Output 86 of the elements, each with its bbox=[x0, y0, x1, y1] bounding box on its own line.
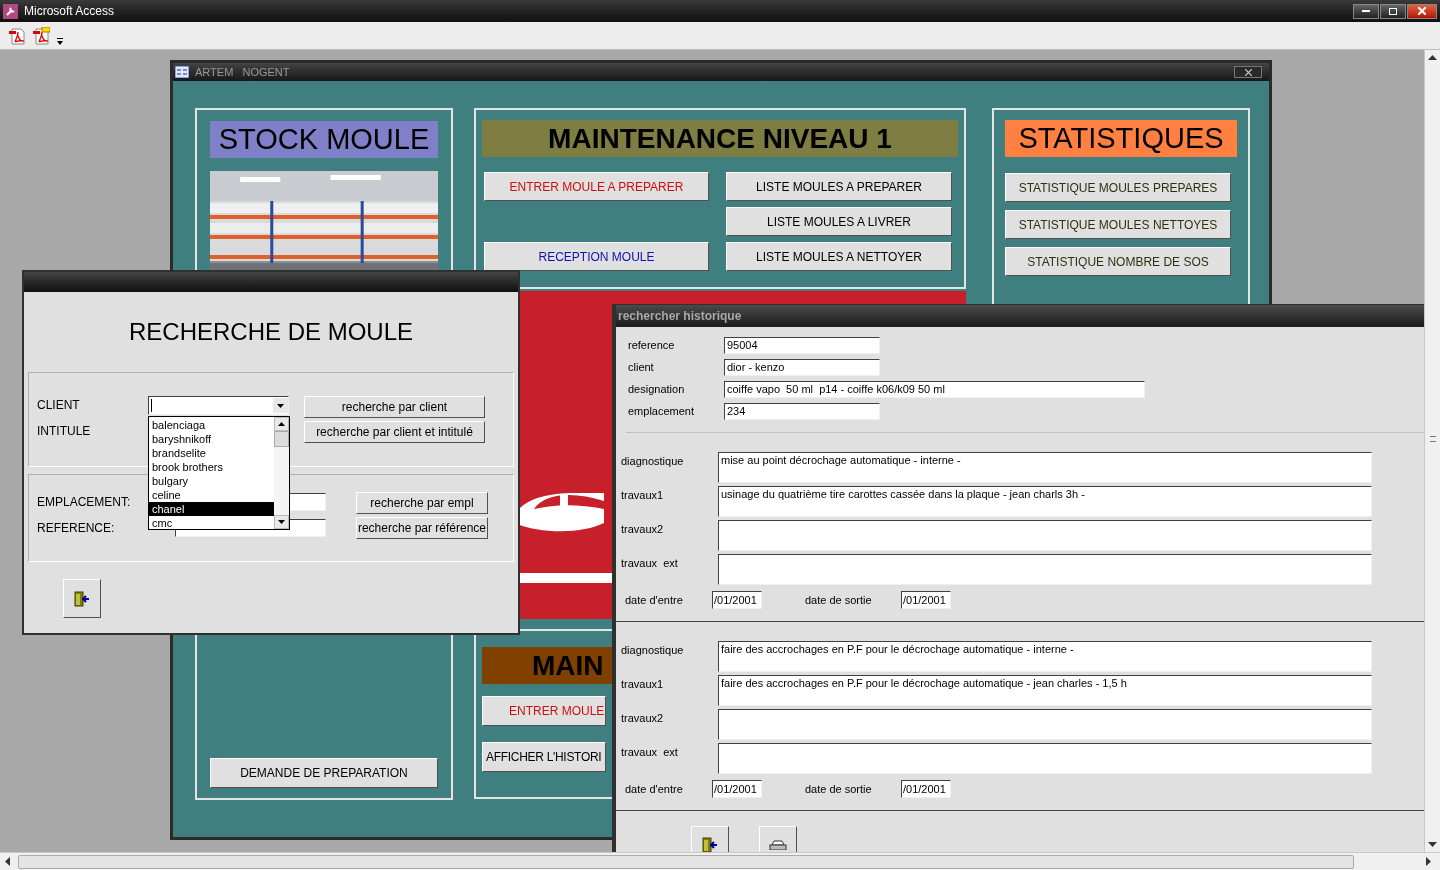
intitule-label: INTITULE bbox=[37, 423, 92, 440]
vertical-scrollbar[interactable] bbox=[1424, 50, 1440, 852]
pdf-icon[interactable] bbox=[8, 26, 26, 45]
toolbar-overflow-icon[interactable] bbox=[56, 37, 64, 46]
dropdown-option[interactable]: bulgary bbox=[149, 474, 274, 488]
reference-label: REFERENCE: bbox=[37, 520, 115, 537]
text-field[interactable]: dior - kenzo bbox=[724, 358, 880, 376]
date-label: date de sortie bbox=[805, 781, 873, 797]
scroll-thumb[interactable] bbox=[274, 431, 289, 447]
text-field[interactable]: coiffe vapo 50 ml p14 - coiffe k06/k09 50 ml bbox=[724, 380, 1145, 398]
form-button[interactable]: ENTRER MOULE A PREPARER bbox=[484, 172, 709, 201]
client-label: CLIENT bbox=[37, 397, 81, 414]
dropdown-option[interactable]: cmc bbox=[149, 516, 274, 530]
date-field[interactable]: /01/2001 bbox=[712, 591, 762, 609]
location-label: EMPLACEMENT: bbox=[37, 494, 131, 511]
field-label: travaux ext bbox=[620, 556, 679, 571]
close-button[interactable] bbox=[1234, 66, 1262, 78]
field-label: client bbox=[627, 359, 655, 375]
field-label: reference bbox=[627, 337, 676, 353]
text-area[interactable]: faire des accrochages en P.F pour le décrochage automatique - interne - bbox=[718, 641, 1372, 672]
field-label: designation bbox=[627, 381, 686, 397]
dropdown-option[interactable]: baryshnikoff bbox=[149, 432, 274, 446]
field-label: emplacement bbox=[627, 403, 696, 419]
pdf-comment-icon[interactable] bbox=[32, 26, 50, 45]
scroll-up-icon[interactable] bbox=[278, 422, 285, 426]
text-area[interactable] bbox=[718, 743, 1372, 774]
form-button[interactable]: DEMANDE DE PREPARATION bbox=[210, 758, 438, 788]
field-label: travaux ext bbox=[620, 745, 679, 760]
text-field[interactable]: 95004 bbox=[724, 336, 880, 354]
text-area[interactable]: mise au point décrochage automatique - interne - bbox=[718, 452, 1372, 483]
app-title: Microsoft Access bbox=[24, 3, 115, 20]
minimize-button[interactable] bbox=[1353, 3, 1379, 19]
form-button[interactable]: LISTE MOULES A NETTOYER bbox=[726, 242, 952, 271]
date-label: date d'entre bbox=[624, 781, 684, 797]
text-area[interactable] bbox=[718, 520, 1372, 551]
restore-button[interactable] bbox=[1380, 3, 1406, 19]
form-button[interactable]: STATISTIQUE MOULES PREPARES bbox=[1005, 173, 1231, 202]
date-label: date d'entre bbox=[624, 592, 684, 608]
form-button[interactable]: ENTRER MOULE bbox=[482, 696, 606, 726]
form-button[interactable]: recherche par empl bbox=[356, 492, 488, 514]
exit-door-icon bbox=[73, 589, 91, 608]
form-button[interactable]: RECEPTION MOULE bbox=[484, 242, 709, 271]
date-field[interactable]: /01/2001 bbox=[712, 780, 762, 798]
dialog-heading: RECHERCHE DE MOULE bbox=[127, 317, 414, 347]
form-icon bbox=[175, 66, 189, 78]
date-label: date de sortie bbox=[805, 592, 873, 608]
window-title: rechercher historique bbox=[618, 308, 742, 325]
dropdown-option[interactable]: celine bbox=[149, 488, 274, 502]
form-button[interactable]: LISTE MOULES A LIVRER bbox=[726, 207, 952, 236]
form-button[interactable]: STATISTIQUE MOULES NETTOYES bbox=[1005, 210, 1231, 239]
exit-button[interactable] bbox=[63, 579, 101, 618]
text-field[interactable]: 234 bbox=[724, 402, 880, 420]
date-field[interactable]: /01/2001 bbox=[901, 591, 951, 609]
form-button[interactable]: STATISTIQUE NOMBRE DE SOS bbox=[1005, 247, 1231, 276]
form-button[interactable]: AFFICHER L'HISTORI bbox=[482, 742, 606, 772]
dropdown-option[interactable]: balenciaga bbox=[149, 418, 274, 432]
app-key-icon bbox=[3, 3, 18, 19]
scrollbar[interactable] bbox=[274, 417, 289, 529]
dropdown-option[interactable]: brandselite bbox=[149, 446, 274, 460]
printer-icon bbox=[769, 840, 787, 850]
form-button[interactable]: recherche par client bbox=[304, 396, 485, 418]
statistics-heading: STATISTIQUES bbox=[1005, 120, 1237, 157]
close-button[interactable] bbox=[1407, 3, 1437, 19]
client-combo[interactable] bbox=[148, 396, 289, 415]
exit-door-icon bbox=[701, 836, 719, 852]
horizontal-scrollbar[interactable] bbox=[0, 852, 1440, 870]
text-area[interactable]: faire des accrochages en P.F pour le décrochage automatique - jean charles - 1,5 h bbox=[718, 675, 1372, 706]
dropdown-option[interactable]: brook brothers bbox=[149, 460, 274, 474]
field-label: travaux2 bbox=[620, 522, 665, 537]
scroll-down-icon[interactable] bbox=[278, 520, 285, 524]
field-label: diagnostique bbox=[620, 454, 685, 469]
maintenance-heading: MAINTENANCE NIVEAU 1 bbox=[482, 120, 958, 157]
dropdown-option[interactable]: chanel bbox=[149, 502, 274, 516]
close-icon bbox=[1244, 68, 1252, 76]
close-icon bbox=[1418, 7, 1426, 15]
text-area[interactable] bbox=[718, 709, 1372, 740]
text-area[interactable]: usinage du quatrième tire carottes cassée dans la plaque - jean charls 3h - bbox=[718, 486, 1372, 517]
text-area[interactable] bbox=[718, 554, 1372, 585]
form-title: ARTEM NOGENT bbox=[195, 64, 290, 80]
field-label: travaux2 bbox=[620, 711, 665, 726]
form-button[interactable]: recherche par référence bbox=[356, 517, 488, 539]
form-button[interactable]: LISTE MOULES A PREPARER bbox=[726, 172, 952, 201]
form-button[interactable]: recherche par client et intitulé bbox=[304, 421, 485, 443]
stock-heading: STOCK MOULE bbox=[210, 121, 438, 158]
field-label: travaux1 bbox=[620, 488, 665, 503]
date-field[interactable]: /01/2001 bbox=[901, 780, 951, 798]
